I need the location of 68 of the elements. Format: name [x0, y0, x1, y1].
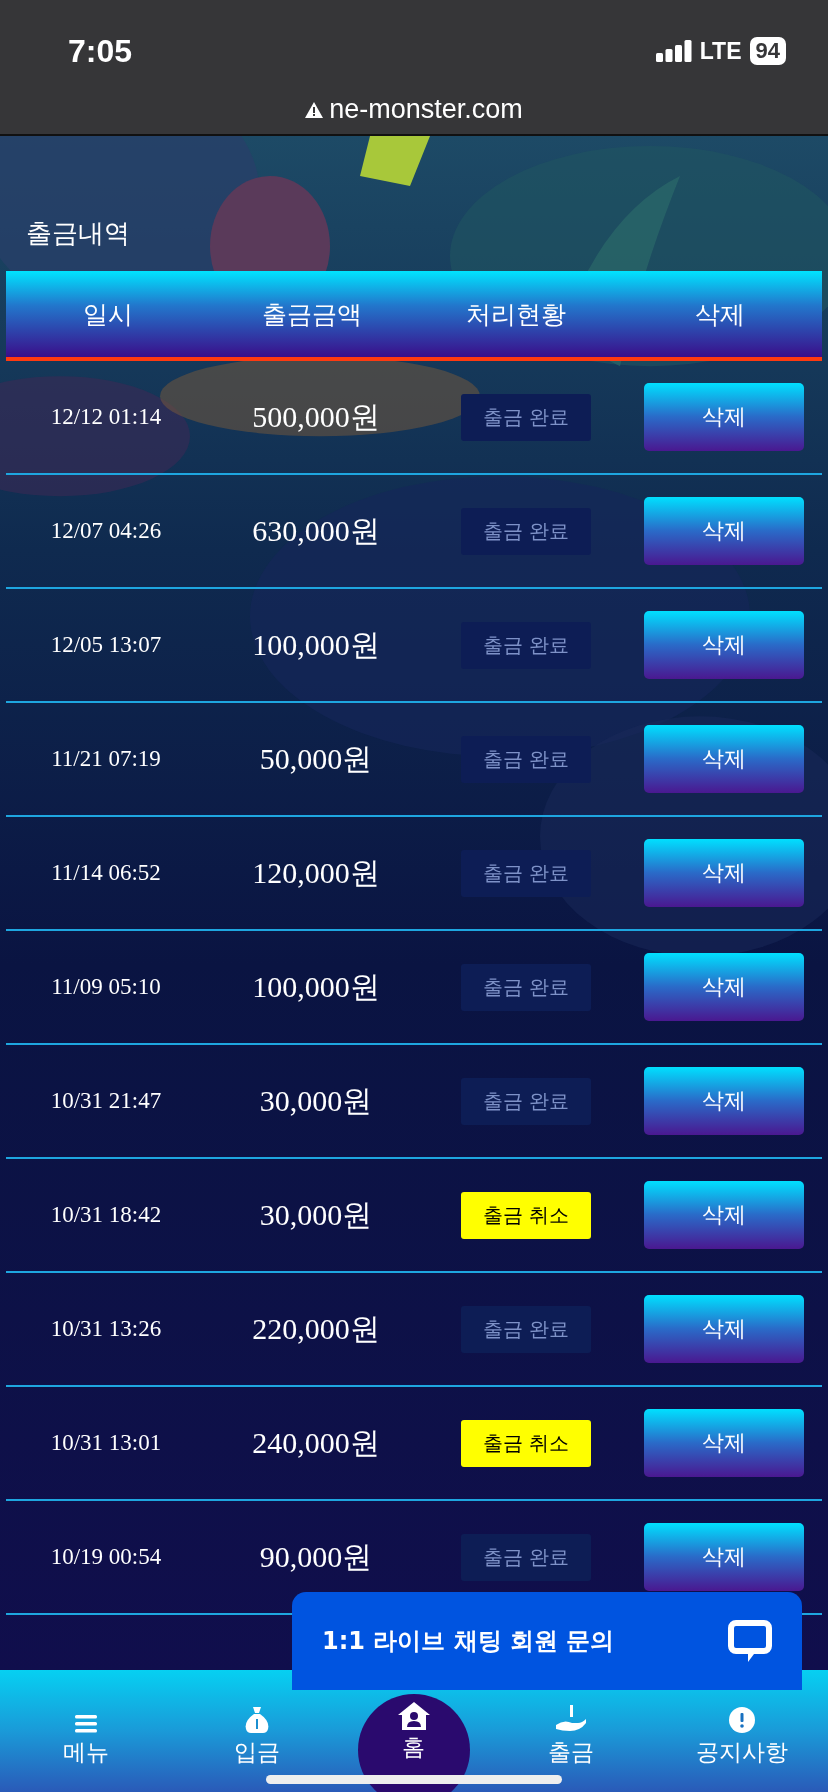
url-text[interactable]: ne-monster.com — [329, 94, 523, 125]
date-cell: 12/05 13:07 — [50, 632, 162, 658]
menu-icon — [74, 1715, 97, 1733]
status-badge: 출금 취소 — [460, 1191, 592, 1239]
date-cell: 10/31 13:26 — [50, 1316, 162, 1342]
delete-button[interactable]: 삭제 — [644, 1295, 804, 1363]
column-header: 출금금액 — [262, 298, 362, 331]
amount-cell-text: 500,000원 — [252, 398, 380, 435]
date-cell: 10/31 18:42 — [50, 1202, 162, 1228]
delete-button[interactable]: 삭제 — [644, 611, 804, 679]
status-badge: 출금 완료 — [460, 963, 592, 1011]
status-badge: 출금 취소 — [460, 1419, 592, 1467]
section-title: 출금내역 — [25, 217, 131, 250]
column-header: 일시 — [83, 298, 133, 331]
nav-item[interactable]: 입금 — [186, 1707, 327, 1792]
date-cell: 10/19 00:54 — [50, 1544, 162, 1570]
status-badge: 출금 완료 — [460, 507, 592, 555]
nav-item[interactable]: 출금 — [501, 1705, 642, 1792]
status-badge: 출금 완료 — [460, 849, 592, 897]
status-badge: 출금 완료 — [460, 1533, 592, 1581]
nav-item[interactable]: 공지사항 — [672, 1707, 813, 1792]
amount-cell-text: 50,000원 — [259, 740, 373, 777]
status-badge: 출금 완료 — [460, 1077, 592, 1125]
nav-item[interactable]: 메뉴 — [15, 1715, 156, 1792]
status-badge: 출금 완료 — [460, 621, 592, 669]
amount-cell-text: 30,000원 — [259, 1196, 373, 1233]
amount-cell-text: 90,000원 — [259, 1538, 373, 1575]
alert-icon — [729, 1707, 756, 1733]
date-cell: 10/31 21:47 — [50, 1088, 162, 1114]
delete-button[interactable]: 삭제 — [644, 1523, 804, 1591]
delete-button[interactable]: 삭제 — [644, 497, 804, 565]
warning-icon — [305, 101, 324, 118]
amount-cell-text: 100,000원 — [252, 968, 380, 1005]
delete-button[interactable]: 삭제 — [644, 839, 804, 907]
home-user-icon — [397, 1702, 430, 1730]
date-cell: 12/12 01:14 — [50, 404, 162, 430]
status-badge: 출금 완료 — [460, 735, 592, 783]
amount-cell-text: 220,000원 — [252, 1310, 380, 1347]
nav-item[interactable]: 홈 — [357, 1694, 470, 1792]
amount-cell-text: 100,000원 — [252, 626, 380, 663]
signal-icon — [655, 40, 692, 62]
battery-level: 94 — [749, 37, 786, 65]
network-label: LTE — [699, 37, 742, 65]
delete-button[interactable]: 삭제 — [644, 953, 804, 1021]
amount-cell-text: 30,000원 — [259, 1082, 373, 1119]
column-header: 삭제 — [695, 298, 745, 331]
date-cell: 12/07 04:26 — [50, 518, 162, 544]
date-cell: 11/09 05:10 — [51, 974, 161, 1000]
status-badge: 출금 완료 — [460, 1305, 592, 1353]
delete-button[interactable]: 삭제 — [644, 383, 804, 451]
chat-bubble-icon — [728, 1620, 772, 1662]
date-cell: 11/21 07:19 — [51, 746, 161, 772]
amount-cell-text: 120,000원 — [252, 854, 380, 891]
hand-coin-icon — [556, 1705, 587, 1733]
chat-banner[interactable]: 1:1 라이브 채팅 회원 문의 — [292, 1592, 802, 1690]
chat-label: 1:1 라이브 채팅 회원 문의 — [322, 1626, 615, 1657]
delete-button[interactable]: 삭제 — [644, 725, 804, 793]
status-badge: 출금 완료 — [460, 393, 592, 441]
delete-button[interactable]: 삭제 — [644, 1409, 804, 1477]
clock: 7:05 — [68, 32, 133, 70]
amount-cell-text: 240,000원 — [252, 1424, 380, 1461]
amount-cell-text: 630,000원 — [252, 512, 380, 549]
money-bag-icon — [243, 1707, 270, 1733]
column-header: 처리현황 — [466, 298, 566, 331]
date-cell: 10/31 13:01 — [50, 1430, 162, 1456]
date-cell: 11/14 06:52 — [51, 860, 161, 886]
delete-button[interactable]: 삭제 — [644, 1067, 804, 1135]
delete-button[interactable]: 삭제 — [644, 1181, 804, 1249]
